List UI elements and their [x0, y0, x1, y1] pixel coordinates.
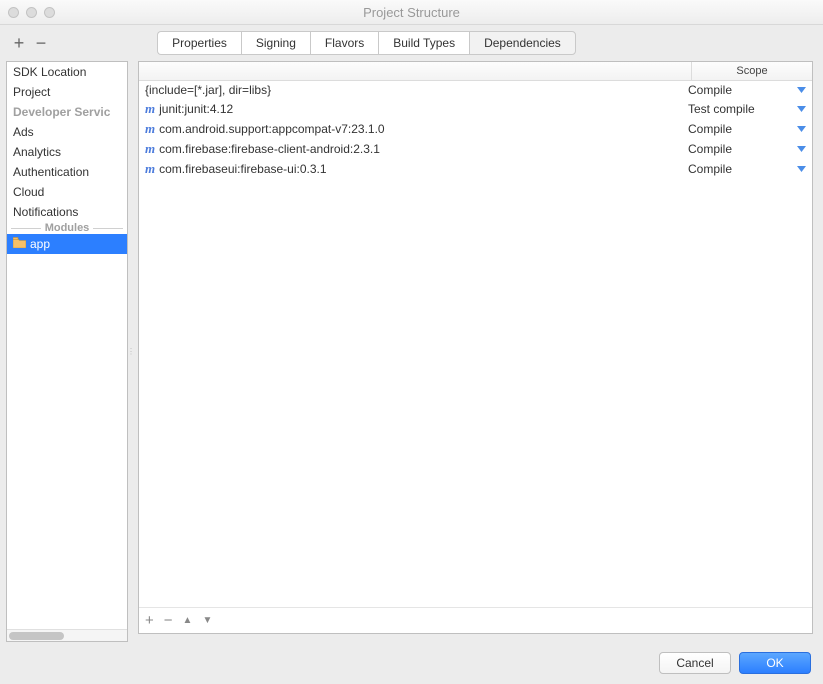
sidebar-item-cloud[interactable]: Cloud: [7, 182, 127, 202]
scope-dropdown[interactable]: [788, 106, 806, 112]
scope-value: Compile: [688, 122, 788, 136]
column-scope[interactable]: Scope: [692, 62, 812, 80]
sidebar-scrollbar-thumb[interactable]: [9, 632, 64, 640]
sidebar-item-project[interactable]: Project: [7, 82, 127, 102]
titlebar: Project Structure: [0, 0, 823, 25]
ok-button[interactable]: OK: [739, 652, 811, 674]
table-row[interactable]: m junit:junit:4.12 Test compile: [139, 99, 812, 119]
sidebar-item-sdk-location[interactable]: SDK Location: [7, 62, 127, 82]
scope-value: Test compile: [688, 102, 788, 116]
sidebar-section-developer-services: Developer Servic: [7, 102, 127, 122]
scope-dropdown[interactable]: [788, 126, 806, 132]
scope-value: Compile: [688, 162, 788, 176]
move-down-button[interactable]: ▼: [202, 615, 212, 626]
dialog-buttons: Cancel OK: [0, 642, 823, 684]
dependencies-header: Scope: [139, 62, 812, 81]
column-dependency[interactable]: [139, 62, 692, 80]
tab-signing[interactable]: Signing: [241, 31, 310, 55]
close-window-icon[interactable]: [8, 7, 19, 18]
tab-properties[interactable]: Properties: [157, 31, 241, 55]
scope-dropdown[interactable]: [788, 166, 806, 172]
table-row[interactable]: m com.android.support:appcompat-v7:23.1.…: [139, 119, 812, 139]
sidebar-module-app-label: app: [30, 237, 50, 251]
sidebar: SDK Location Project Developer Servic Ad…: [0, 61, 128, 642]
scope-value: Compile: [688, 83, 788, 97]
zoom-window-icon[interactable]: [44, 7, 55, 18]
sidebar-item-analytics[interactable]: Analytics: [7, 142, 127, 162]
sidebar-item-authentication[interactable]: Authentication: [7, 162, 127, 182]
tab-build-types[interactable]: Build Types: [378, 31, 469, 55]
add-module-button[interactable]: +: [10, 33, 28, 54]
dependency-label: com.android.support:appcompat-v7:23.1.0: [159, 122, 384, 136]
window-title: Project Structure: [0, 5, 823, 20]
cancel-button[interactable]: Cancel: [659, 652, 731, 674]
table-row[interactable]: {include=[*.jar], dir=libs} Compile: [139, 81, 812, 99]
dependency-label: {include=[*.jar], dir=libs}: [145, 83, 271, 97]
dependencies-table: Scope {include=[*.jar], dir=libs} Compil…: [138, 61, 813, 634]
scope-dropdown[interactable]: [788, 146, 806, 152]
modules-label-text: Modules: [45, 222, 90, 234]
sidebar-list: SDK Location Project Developer Servic Ad…: [6, 61, 128, 642]
dependencies-panel: Scope {include=[*.jar], dir=libs} Compil…: [134, 61, 823, 642]
maven-icon: m: [145, 101, 155, 117]
tab-flavors[interactable]: Flavors: [310, 31, 378, 55]
sidebar-module-app[interactable]: app: [7, 234, 127, 254]
add-dependency-button[interactable]: +: [145, 612, 154, 629]
project-structure-window: Project Structure + − Properties Signing…: [0, 0, 823, 684]
sidebar-item-ads[interactable]: Ads: [7, 122, 127, 142]
modules-section-label: Modules: [7, 222, 127, 234]
sidebar-scrollbar[interactable]: [7, 629, 127, 641]
dependencies-body: {include=[*.jar], dir=libs} Compile m ju…: [139, 81, 812, 607]
maven-icon: m: [145, 121, 155, 137]
dependency-label: com.firebaseui:firebase-ui:0.3.1: [159, 162, 326, 176]
top-row: + − Properties Signing Flavors Build Typ…: [0, 25, 823, 61]
scope-value: Compile: [688, 142, 788, 156]
minimize-window-icon[interactable]: [26, 7, 37, 18]
table-row[interactable]: m com.firebaseui:firebase-ui:0.3.1 Compi…: [139, 159, 812, 179]
maven-icon: m: [145, 141, 155, 157]
traffic-lights: [8, 7, 55, 18]
folder-icon: [13, 237, 26, 251]
content: SDK Location Project Developer Servic Ad…: [0, 61, 823, 642]
dependencies-footer-toolbar: + − ▲ ▼: [139, 607, 812, 633]
move-up-button[interactable]: ▲: [183, 615, 193, 626]
remove-module-button[interactable]: −: [32, 33, 50, 54]
maven-icon: m: [145, 161, 155, 177]
scope-dropdown[interactable]: [788, 87, 806, 93]
tab-dependencies[interactable]: Dependencies: [469, 31, 576, 55]
remove-dependency-button[interactable]: −: [164, 612, 173, 629]
table-row[interactable]: m com.firebase:firebase-client-android:2…: [139, 139, 812, 159]
dependency-label: junit:junit:4.12: [159, 102, 233, 116]
tabs-bar: Properties Signing Flavors Build Types D…: [157, 31, 576, 55]
sidebar-item-notifications[interactable]: Notifications: [7, 202, 127, 222]
dependency-label: com.firebase:firebase-client-android:2.3…: [159, 142, 380, 156]
